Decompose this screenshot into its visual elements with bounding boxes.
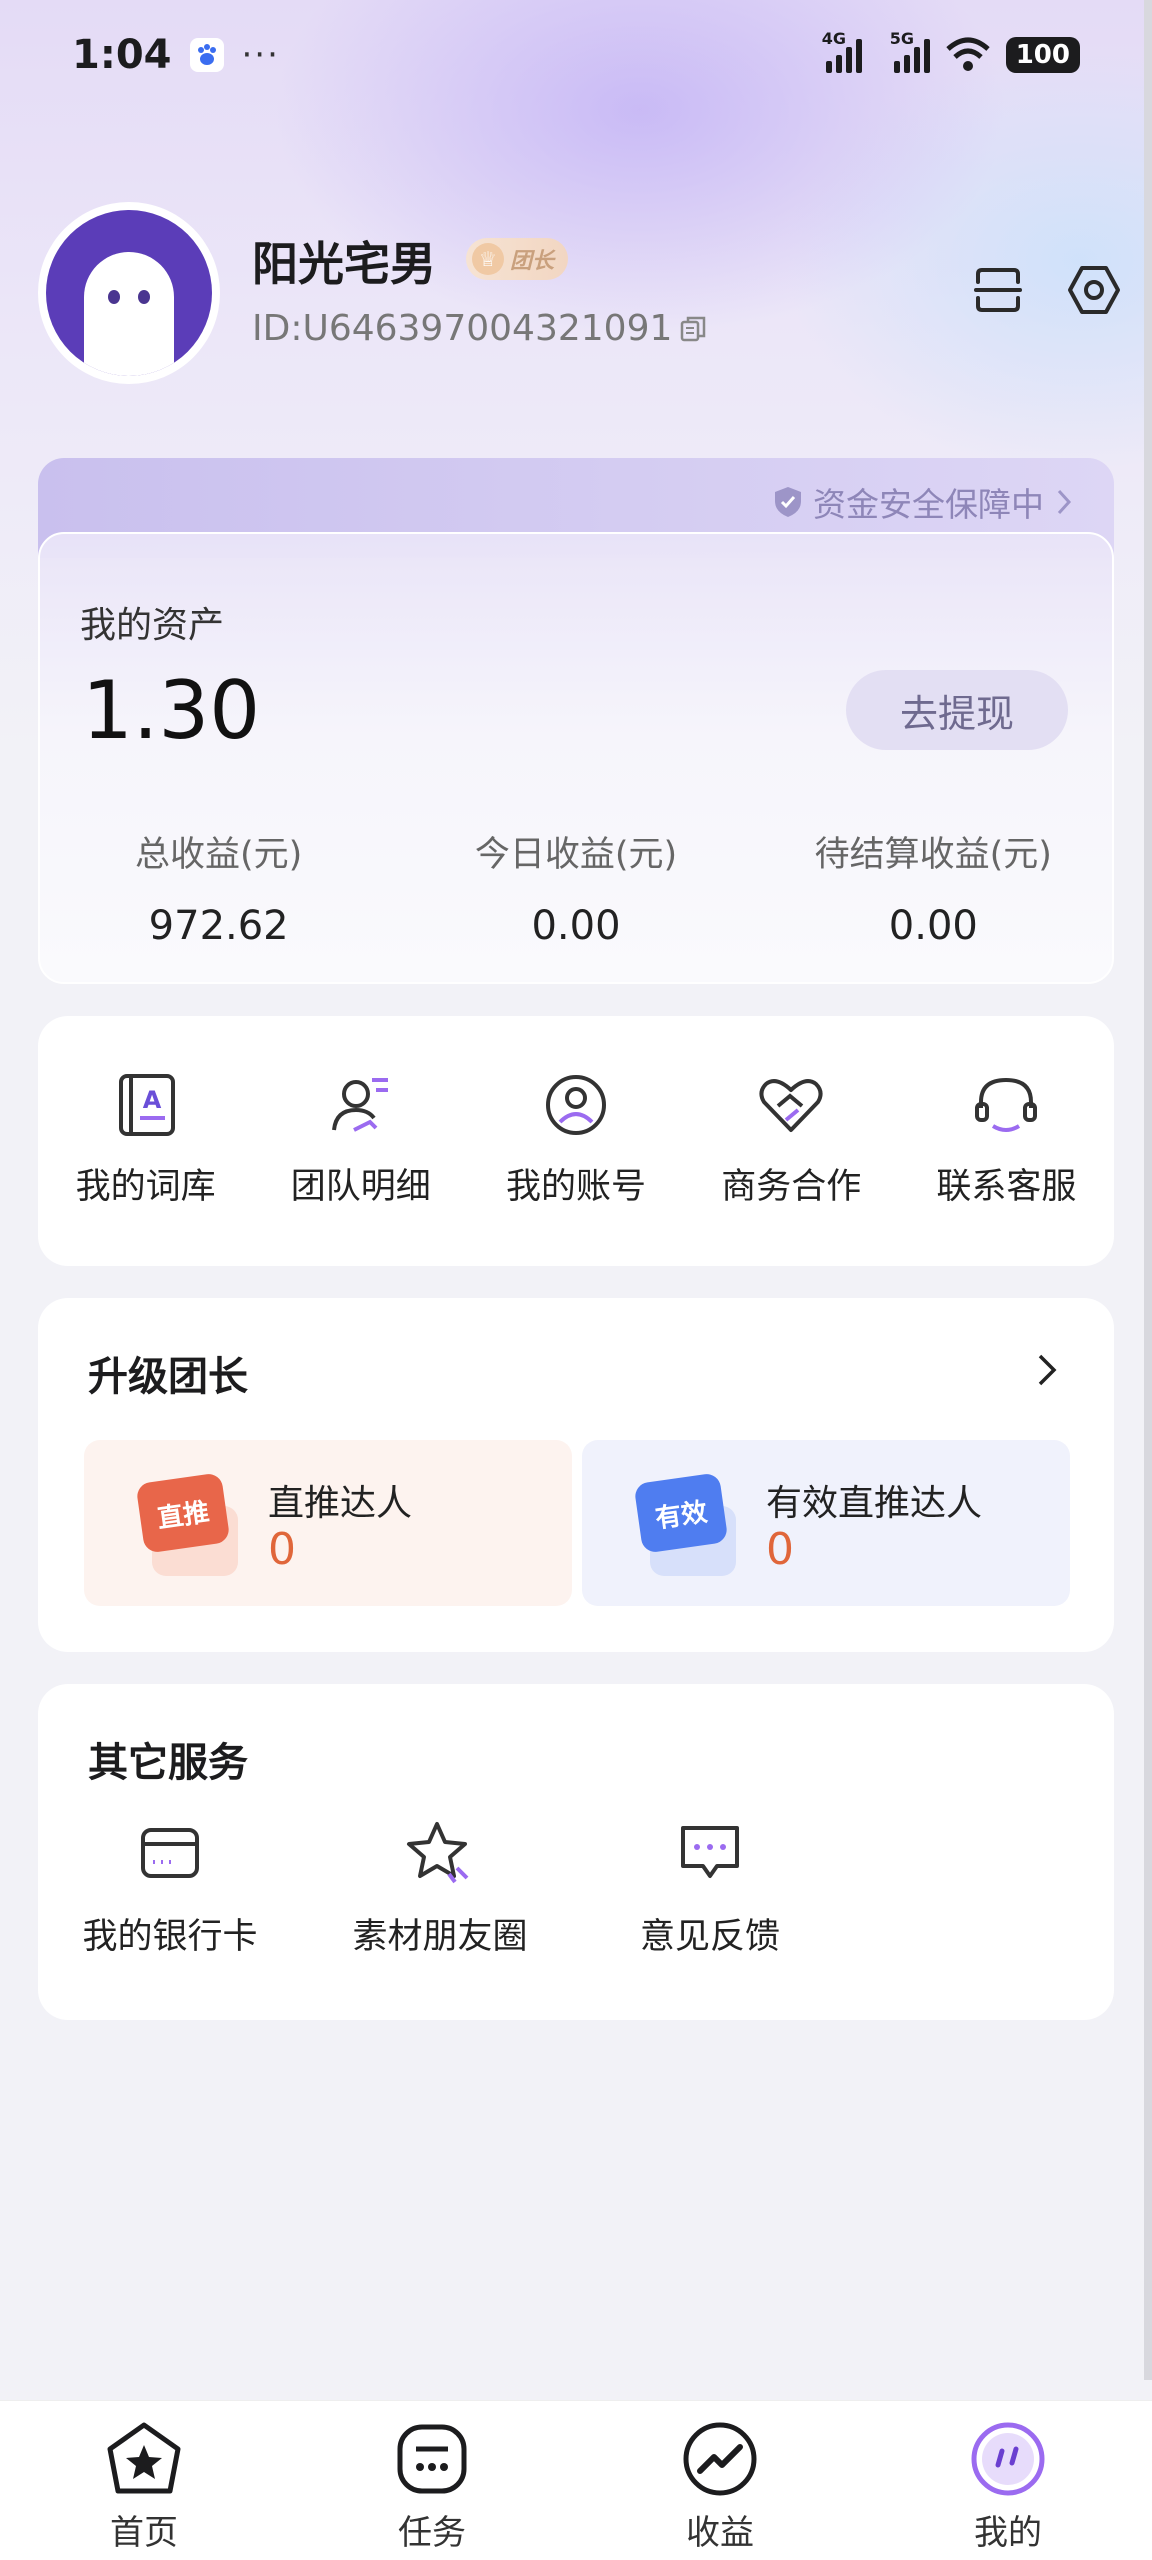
direct-icon-text: 直推 xyxy=(135,1472,231,1554)
star-icon xyxy=(407,1822,469,1884)
bottom-navigation: 首页 任务 收益 我的 xyxy=(0,2400,1152,2560)
nav-profile[interactable]: 我的 xyxy=(864,2401,1152,2560)
status-right: 4G 5G 100 xyxy=(822,29,1080,73)
valid-icon-text: 有效 xyxy=(633,1472,729,1554)
services-title: 其它服务 xyxy=(88,1740,248,1786)
headset-icon xyxy=(975,1077,1038,1132)
nav-label: 收益 xyxy=(686,2513,754,2553)
settings-gear-icon[interactable] xyxy=(1066,262,1122,318)
quick-link-label: 商务合作 xyxy=(721,1167,862,1207)
scan-icon[interactable] xyxy=(970,262,1026,318)
battery-indicator: 100 xyxy=(1005,37,1080,73)
promo-value: 0 xyxy=(268,1524,296,1575)
stat-value: 0.00 xyxy=(888,903,978,949)
valid-referral-card[interactable]: 有效 有效直推达人 0 xyxy=(582,1440,1070,1606)
asset-card: 我的资产 1.30 去提现 总收益(元) 972.62 今日收益(元) 0.00… xyxy=(38,532,1114,984)
service-label: 意见反馈 xyxy=(639,1917,780,1957)
account-icon xyxy=(546,1075,606,1135)
status-time: 1:04 xyxy=(72,32,172,78)
avatar[interactable] xyxy=(38,202,220,384)
other-services-card: 其它服务 我的银行卡 素材朋友圈 意见反馈 xyxy=(38,1684,1114,2020)
service-label: 素材朋友圈 xyxy=(352,1917,528,1957)
leader-badge: ♕ 团长 xyxy=(466,238,569,280)
chevron-right-icon xyxy=(1057,489,1072,515)
signal-4g-icon: 4G xyxy=(822,29,862,73)
nav-label: 任务 xyxy=(398,2513,466,2553)
signal-5g-icon: 5G xyxy=(890,29,930,73)
wifi-icon xyxy=(946,37,990,71)
status-left: 1:04 ··· xyxy=(72,32,280,78)
fund-safety-link[interactable]: 资金安全保障中 xyxy=(773,478,1074,526)
service-feedback[interactable]: 意见反馈 xyxy=(600,1818,820,1959)
shield-icon xyxy=(775,487,801,517)
stat-label: 待结算收益(元) xyxy=(814,835,1052,875)
baidu-paw-icon xyxy=(189,38,224,72)
stat-today-earnings[interactable]: 今日收益(元) 0.00 xyxy=(397,826,754,949)
stat-total-earnings[interactable]: 总收益(元) 972.62 xyxy=(40,826,397,949)
stat-pending-earnings[interactable]: 待结算收益(元) 0.00 xyxy=(755,826,1112,949)
stat-label: 总收益(元) xyxy=(135,835,303,875)
home-star-icon xyxy=(107,2422,181,2494)
asset-balance: 1.30 xyxy=(82,664,261,757)
stat-label: 今日收益(元) xyxy=(474,835,678,875)
ghost-mascot-icon xyxy=(84,252,174,376)
nav-tasks[interactable]: 任务 xyxy=(288,2401,576,2560)
quick-link-customer-service[interactable]: 联系客服 xyxy=(899,1016,1114,1266)
upgrade-title: 升级团长 xyxy=(88,1354,248,1400)
header-actions xyxy=(970,262,1122,318)
bank-card-icon xyxy=(141,1828,199,1878)
handshake-heart-icon xyxy=(759,1079,823,1132)
service-material-moments[interactable]: 素材朋友圈 xyxy=(330,1818,550,1959)
earnings-icon xyxy=(683,2422,757,2496)
nav-label: 我的 xyxy=(974,2513,1042,2553)
profile-icon xyxy=(971,2422,1045,2496)
nav-earnings[interactable]: 收益 xyxy=(576,2401,864,2560)
username: 阳光宅男 xyxy=(252,237,436,291)
task-icon xyxy=(397,2424,467,2494)
direct-referral-icon: 直推 xyxy=(135,1472,238,1576)
chevron-right-icon[interactable] xyxy=(1036,1350,1060,1390)
upgrade-leader-card[interactable]: 升级团长 直推 直推达人 0 有效 有效直推达人 0 xyxy=(38,1298,1114,1652)
net-4g-label: 4G xyxy=(821,29,846,48)
stat-value: 0.00 xyxy=(531,903,621,949)
quick-links-card: A 我的词库 团队明细 我的账号 商务合作 联系客服 xyxy=(38,1016,1114,1266)
user-id: ID:U646397004321091 xyxy=(252,308,708,349)
earnings-stats: 总收益(元) 972.62 今日收益(元) 0.00 待结算收益(元) 0.00 xyxy=(40,826,1112,949)
promo-value: 0 xyxy=(766,1524,794,1575)
team-icon xyxy=(331,1078,388,1132)
quick-link-label: 我的账号 xyxy=(506,1167,647,1207)
crown-icon: ♕ xyxy=(472,243,504,275)
promo-title: 有效直推达人 xyxy=(766,1483,983,1524)
status-bar: 1:04 ··· 4G 5G 100 xyxy=(0,0,1152,110)
svg-text:A: A xyxy=(142,1086,161,1114)
scrollbar[interactable] xyxy=(1144,0,1152,2380)
quick-link-label: 团队明细 xyxy=(290,1167,431,1207)
user-id-text: ID:U646397004321091 xyxy=(252,308,673,349)
feedback-icon xyxy=(681,1826,739,1878)
withdraw-button[interactable]: 去提现 xyxy=(846,670,1068,750)
copy-icon[interactable] xyxy=(678,314,708,344)
stat-value: 972.62 xyxy=(148,903,289,949)
service-label: 我的银行卡 xyxy=(82,1917,258,1957)
more-notifications-icon: ··· xyxy=(241,35,280,75)
avatar-image xyxy=(46,210,212,376)
book-icon: A xyxy=(118,1074,175,1136)
quick-link-word-bank[interactable]: A 我的词库 xyxy=(38,1016,253,1266)
leader-badge-label: 团长 xyxy=(510,249,555,274)
fund-safety-text: 资金安全保障中 xyxy=(813,485,1044,524)
quick-link-business[interactable]: 商务合作 xyxy=(684,1016,899,1266)
asset-label: 我的资产 xyxy=(80,605,225,646)
quick-link-label: 我的词库 xyxy=(75,1167,216,1207)
quick-link-my-account[interactable]: 我的账号 xyxy=(468,1016,683,1266)
direct-referral-card[interactable]: 直推 直推达人 0 xyxy=(84,1440,572,1606)
nav-label: 首页 xyxy=(110,2513,178,2553)
service-bank-card[interactable]: 我的银行卡 xyxy=(60,1818,280,1959)
valid-referral-icon: 有效 xyxy=(633,1472,736,1576)
nav-home[interactable]: 首页 xyxy=(0,2401,288,2560)
promo-title: 直推达人 xyxy=(268,1483,413,1524)
quick-link-label: 联系客服 xyxy=(936,1167,1077,1207)
quick-link-team-details[interactable]: 团队明细 xyxy=(253,1016,468,1266)
net-5g-label: 5G xyxy=(889,29,914,48)
